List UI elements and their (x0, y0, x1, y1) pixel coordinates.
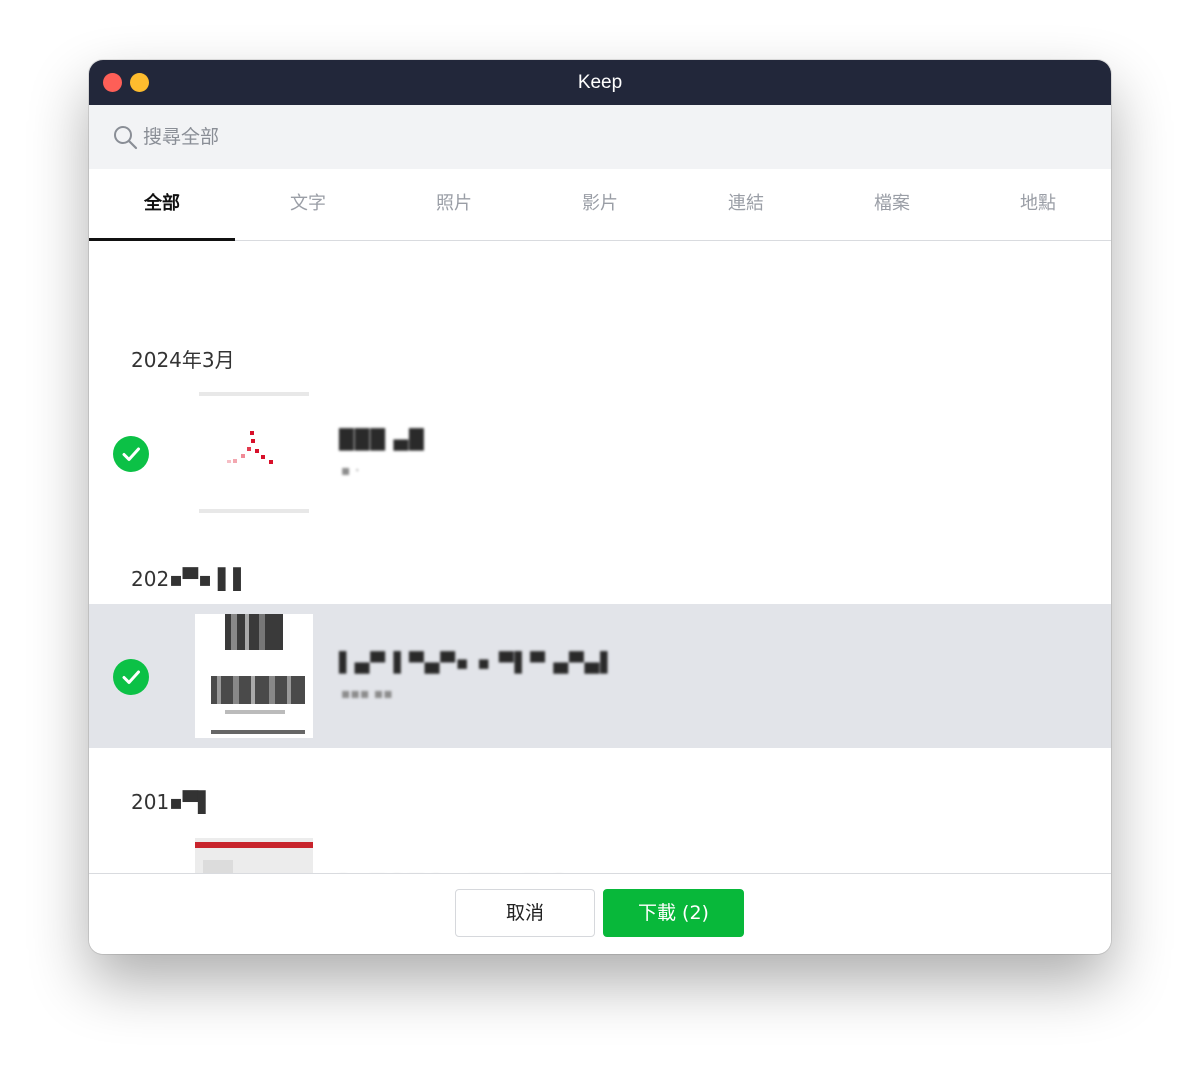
keep-window: Keep 全部 文字 照片 影片 連結 檔案 地點 2024年3月 (89, 60, 1111, 954)
tab-photos[interactable]: 照片 (381, 169, 527, 240)
section-date: 2024年3月 (131, 348, 235, 372)
section-date: 201▪▀▌ (131, 790, 214, 814)
checkmark-icon (122, 670, 140, 684)
thumbnail-image (195, 838, 313, 873)
item-thumbnail (195, 391, 313, 515)
item-thumbnail (195, 614, 313, 738)
tab-files[interactable]: 檔案 (819, 169, 965, 240)
item-title: ▌▄▀ ▌▀▄▀▪ ▪ ▀▌▀ ▄▀▄▌ (339, 652, 616, 674)
window-title: Keep (577, 72, 623, 93)
item-meta: ▪▪▪ ▪▪ (341, 686, 393, 702)
section-date: 202▪▀▪ ▌▌ (131, 567, 249, 591)
checkbox-checked[interactable] (113, 659, 149, 695)
thumbnail-image (199, 392, 309, 513)
tab-links[interactable]: 連結 (673, 169, 819, 240)
category-tabs: 全部 文字 照片 影片 連結 檔案 地點 (89, 169, 1111, 241)
action-footer: 取消 下載 (2) (89, 873, 1111, 954)
list-item[interactable]: ███ ▄█ ▪ · (89, 381, 1111, 525)
item-title: ███ ▄█ (339, 429, 425, 451)
tab-locations[interactable]: 地點 (965, 169, 1111, 240)
tab-videos[interactable]: 影片 (527, 169, 673, 240)
checkbox-checked[interactable] (113, 436, 149, 472)
thumbnail-image (195, 614, 313, 738)
item-thumbnail (195, 838, 313, 873)
item-meta: ▪ · (341, 463, 360, 479)
search-bar (89, 105, 1111, 169)
list-item[interactable]: ▌▄▀ ▌▀▄▀▪ ▪ ▀▌▀ ▄▀▄▌ ▪▪▪ ▪▪ (89, 604, 1111, 748)
tab-text[interactable]: 文字 (235, 169, 381, 240)
title-bar: Keep (89, 60, 1111, 105)
cancel-button[interactable]: 取消 (455, 889, 595, 937)
list-item[interactable]: ▌▄▀ ▌▀ ▌▪ ▀▀ ▄▀▄▌ ▪▪ ▀▄▀ (89, 828, 1111, 873)
keep-item-list: 2024年3月 ███ ▄█ ▪ · 202▪▀▪ ▌▌ ▌▄▀ ▌▀▄▀▪ ▪… (89, 241, 1111, 873)
search-input[interactable] (143, 122, 743, 152)
checkmark-icon (122, 447, 140, 461)
tab-all[interactable]: 全部 (89, 169, 235, 241)
search-icon (114, 126, 138, 150)
download-button[interactable]: 下載 (2) (603, 889, 744, 937)
